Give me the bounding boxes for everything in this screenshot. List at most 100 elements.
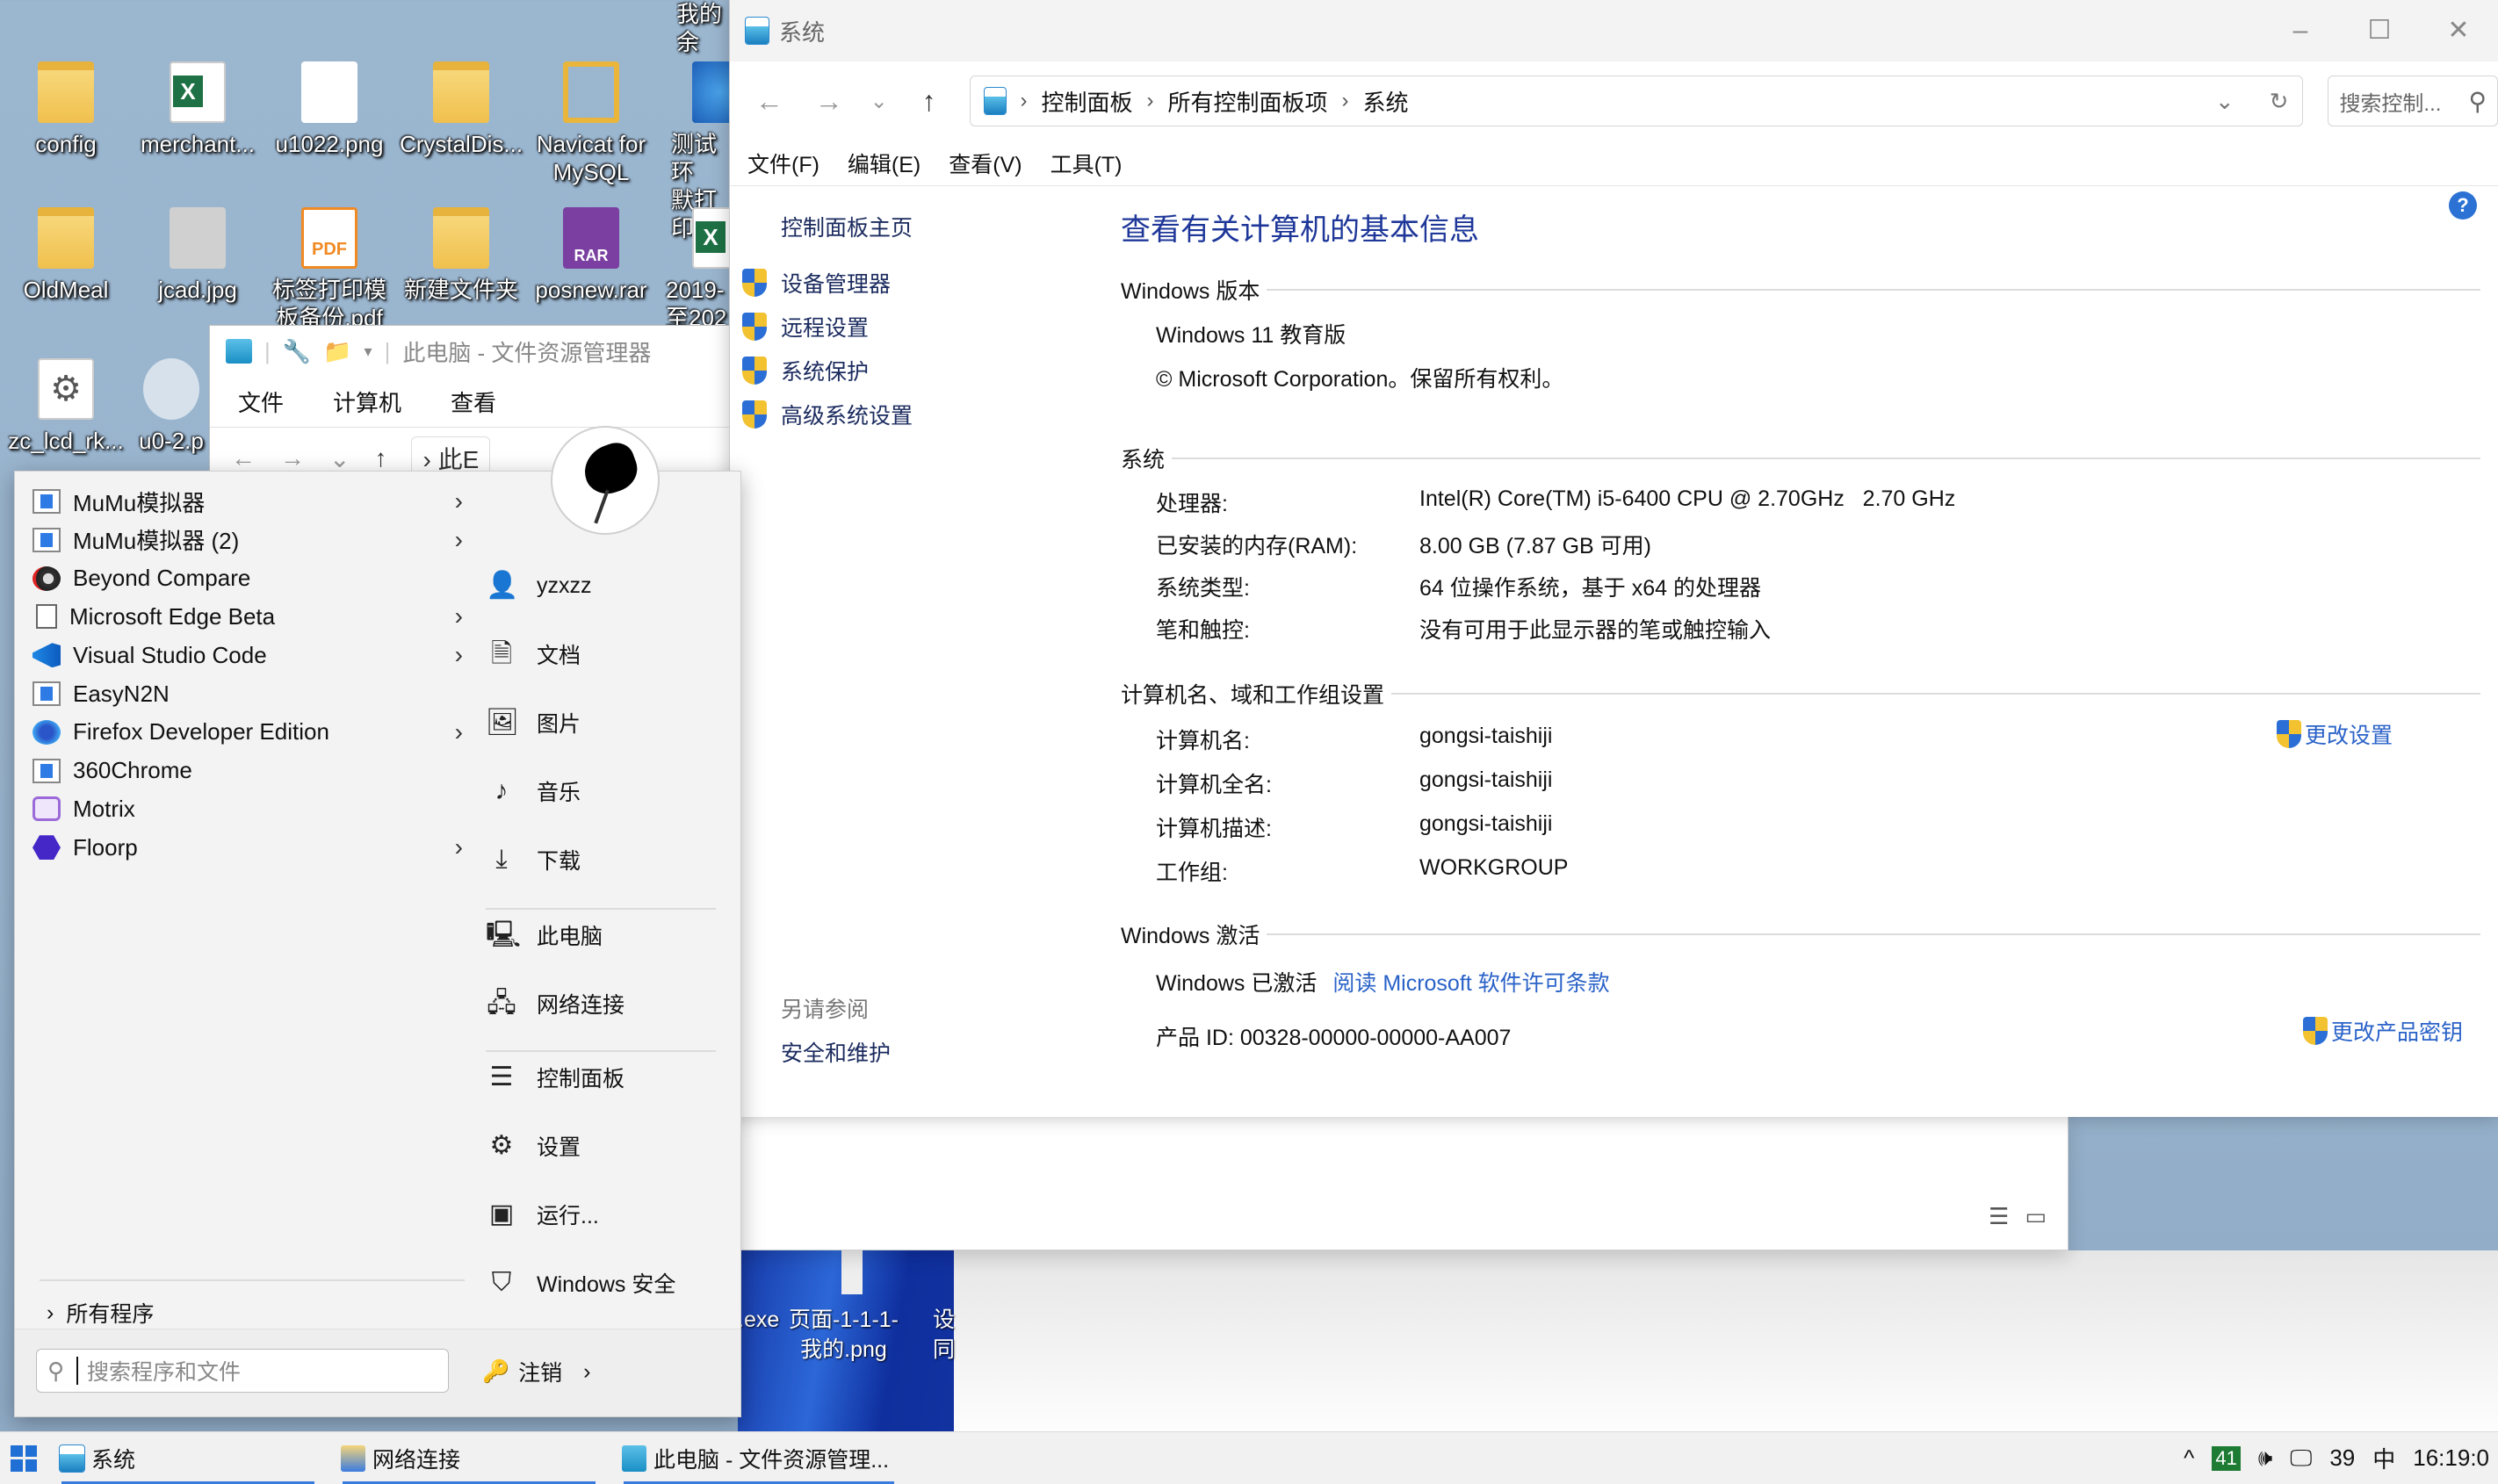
place-item[interactable]: 🖼 图片 [486,707,581,738]
tray-count[interactable]: 39 [2329,1444,2355,1472]
chevron-right-icon[interactable]: › [455,487,463,515]
desktop-icon-posnew[interactable]: RAR posnew.rar [525,207,657,304]
desktop-icon-crystaldisk[interactable]: CrystalDis... [395,61,527,158]
menu-file[interactable]: 文件(F) [747,148,819,179]
forward-button[interactable]: → [802,85,856,118]
desktop-icon-jcad[interactable]: jcad.jpg [132,207,264,304]
taskbar-item-explorer[interactable]: 此电脑 - 文件资源管理... [610,1432,908,1484]
change-product-key-link[interactable]: 更改产品密钥 [2302,1015,2463,1047]
tiles-view-icon[interactable]: ▭ [2025,1203,2047,1230]
close-button[interactable]: ✕ [2419,0,2498,61]
breadcrumb-all-items[interactable]: 所有控制面板项 [1167,85,1327,118]
program-item[interactable]: Firefox Developer Edition › [32,713,463,752]
program-item[interactable]: Microsoft Edge Beta › [32,597,463,636]
start-search-input[interactable]: ⚲ 搜索程序和文件 [36,1349,449,1393]
recent-chevron-icon[interactable]: ⌄ [329,444,350,473]
maximize-button[interactable]: ☐ [2340,0,2419,61]
program-item[interactable]: 360Chrome [32,752,463,790]
ime-indicator[interactable]: 中 [2372,1442,2395,1474]
program-item[interactable]: Beyond Compare [32,559,463,598]
breadcrumb-system[interactable]: 系统 [1362,85,1408,118]
place-item[interactable]: 🖳 此电脑 [486,919,603,951]
place-item[interactable]: 👤 yzxzz [486,570,592,602]
place-item[interactable]: ⚙ 设置 [486,1130,581,1162]
network-monitor-icon[interactable]: 🖵 [2290,1444,2312,1473]
up-button[interactable]: ↑ [902,85,957,118]
chevron-right-icon[interactable]: › [455,718,463,746]
title-bar[interactable]: 系统 – ☐ ✕ [730,0,2498,61]
program-item[interactable]: Floorp › [32,828,463,867]
place-item[interactable]: ♪ 音乐 [486,775,581,807]
recent-locations-button[interactable]: ⌄ [862,89,897,114]
volume-icon[interactable]: 🕪 [2258,1444,2272,1473]
desktop-icon-oldmeal[interactable]: OldMeal [0,207,132,304]
system-window[interactable]: 系统 – ☐ ✕ ← → ⌄ ↑ › 控制面板 › 所有控制面板项 › 系统 ⌄… [729,0,2498,1117]
menu-view[interactable]: 查看(V) [949,148,1022,179]
explorer-menu-view[interactable]: 查看 [451,385,496,418]
refresh-icon[interactable]: ↻ [2270,88,2289,115]
search-icon[interactable]: ⚲ [2469,87,2487,116]
desktop-icon-u1022[interactable]: u1022.png [264,61,395,158]
chevron-right-icon[interactable]: › [455,602,463,630]
chevron-right-icon[interactable]: › [455,833,463,861]
place-item[interactable]: 🗎 文档 [486,638,581,670]
device-manager-link[interactable]: 设备管理器 [742,267,891,299]
tray-badge-icon[interactable]: 41 [2212,1445,2241,1471]
clock[interactable]: 16:19:0 [2413,1444,2489,1472]
menu-edit[interactable]: 编辑(E) [848,148,921,179]
desktop-icon-config[interactable]: config [0,61,132,158]
remote-settings-link[interactable]: 远程设置 [742,311,869,342]
desktop-icon-label[interactable]: .exe [738,1305,779,1335]
all-programs-button[interactable]: › 所有程序 [47,1297,154,1329]
desktop-icon-label[interactable]: 设 同 [933,1305,955,1365]
address-dropdown-icon[interactable]: ⌄ [2215,88,2234,115]
desktop-icon-xlsx-2019[interactable]: 2019- 至202 [657,207,729,332]
up-arrow-icon[interactable]: ↑ [374,444,386,472]
breadcrumb-control-panel[interactable]: 控制面板 [1041,85,1132,118]
program-item[interactable]: Motrix [32,789,463,828]
start-menu[interactable]: MuMu模拟器 › MuMu模拟器 (2) › Beyond Compare Micros… [14,426,741,1417]
chevron-right-icon[interactable]: › [455,641,463,669]
change-settings-link[interactable]: 更改设置 [2276,718,2393,750]
forward-arrow-icon[interactable]: → [280,444,305,472]
explorer-menu-computer[interactable]: 计算机 [333,385,401,418]
place-item[interactable]: ⛉ Windows 安全 [486,1267,676,1299]
start-button[interactable] [0,1432,47,1484]
desktop-icon-merchant[interactable]: merchant... [132,61,264,158]
place-item[interactable]: ⤓ 下载 [486,844,581,875]
place-item[interactable]: ▣ 运行... [486,1199,599,1230]
search-control-panel-input[interactable]: 搜索控制... ⚲ [2328,76,2498,126]
chevron-down-icon[interactable]: ▾ [365,342,372,361]
address-bar[interactable]: › 控制面板 › 所有控制面板项 › 系统 ⌄ ↻ [970,76,2304,126]
advanced-system-settings-link[interactable]: 高级系统设置 [742,399,913,430]
desktop-icon-zc-lcd[interactable]: ⚙ zc_lcd_rk... [0,358,132,455]
tray-overflow-chevron-icon[interactable]: ^ [2184,1444,2194,1472]
new-folder-icon[interactable]: 📁 [323,338,351,365]
license-terms-link[interactable]: 阅读 Microsoft 软件许可条款 [1332,966,1609,998]
help-icon[interactable]: ? [2449,191,2477,220]
program-item[interactable]: Visual Studio Code › [32,636,463,674]
taskbar-item-system[interactable]: 系统 [47,1432,328,1484]
back-button[interactable]: ← [742,85,797,118]
program-item[interactable]: EasyN2N [32,674,463,713]
menu-tools[interactable]: 工具(T) [1050,148,1123,179]
program-item[interactable]: MuMu模拟器 (2) › [32,521,463,559]
desktop-icon-new-folder[interactable]: 新建文件夹 [395,207,527,304]
chevron-right-icon[interactable]: › [455,526,463,554]
logoff-button[interactable]: 🔑 注销 › [482,1356,590,1387]
place-item[interactable]: 🖧 网络连接 [486,988,624,1019]
place-item[interactable]: ☰ 控制面板 [486,1062,624,1093]
explorer-menu-file[interactable]: 文件 [238,385,284,418]
desktop-icon-u0-2[interactable]: u0-2.p [132,358,211,455]
chevron-right-icon[interactable]: › [583,1359,590,1385]
back-arrow-icon[interactable]: ← [231,444,256,472]
security-maintenance-link[interactable]: 安全和维护 [781,1036,891,1068]
desktop-icon-label-pdf[interactable]: PDF 标签打印模 板备份.pdf [264,207,395,332]
minimize-button[interactable]: – [2261,0,2340,61]
taskbar-item-network[interactable]: 网络连接 [328,1432,610,1484]
desktop-icon-label[interactable]: 页面-1-1-1- 我的.png [789,1305,899,1365]
control-panel-home-link[interactable]: 控制面板主页 [781,211,913,242]
program-item[interactable]: MuMu模拟器 › [32,482,463,521]
user-avatar[interactable] [551,426,660,535]
details-view-icon[interactable]: ☰ [1989,1203,2009,1230]
